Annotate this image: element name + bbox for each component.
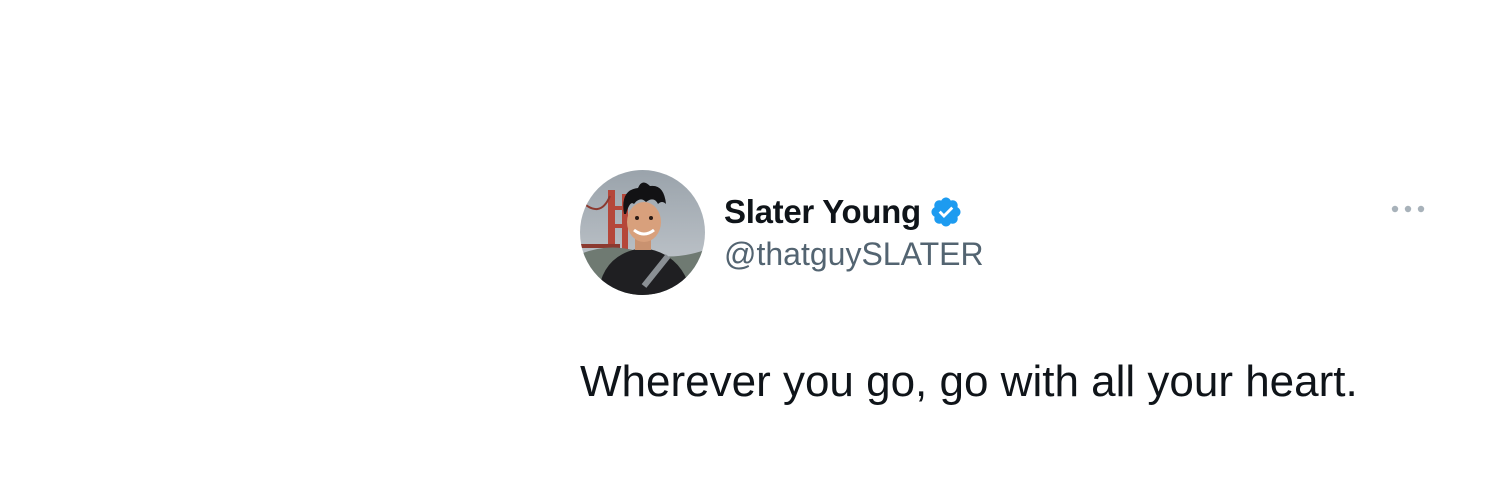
verified-badge-icon — [929, 195, 963, 229]
author-handle[interactable]: @thatguySLATER — [724, 236, 984, 273]
profile-photo-avatar — [580, 170, 705, 295]
banner-canvas: Slater Young @thatguySLATER Wherever you… — [0, 0, 1500, 499]
avatar[interactable] — [580, 170, 705, 295]
display-name[interactable]: Slater Young — [724, 193, 921, 231]
ellipsis-horizontal-icon — [1391, 205, 1425, 213]
more-options-button[interactable] — [1388, 198, 1428, 220]
tweet-card[interactable]: Slater Young @thatguySLATER Wherever you… — [580, 170, 1460, 490]
name-row: Slater Young — [724, 190, 984, 234]
author-identity: Slater Young @thatguySLATER — [724, 190, 984, 273]
tweet-text: Wherever you go, go with all your heart. — [580, 357, 1358, 406]
